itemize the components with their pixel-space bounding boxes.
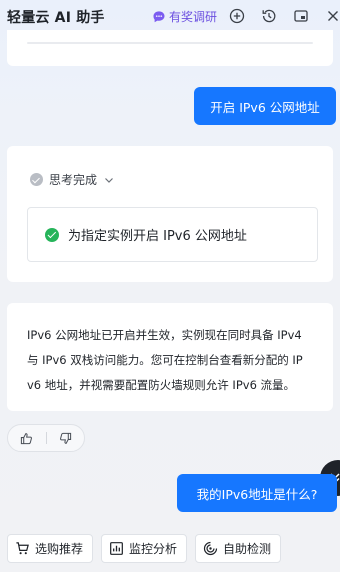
thumbs-down-button[interactable] [46, 425, 84, 451]
thumbs-down-icon [59, 432, 71, 444]
quick-action-monitoring[interactable]: 监控分析 [101, 534, 187, 563]
quick-action-label: 自助检测 [223, 542, 272, 556]
user-message: 开启 IPv6 公网地址 [194, 87, 336, 125]
thinking-step-label: 为指定实例开启 IPv6 公网地址 [68, 229, 247, 244]
thumbs-up-button[interactable] [8, 425, 46, 451]
quick-action-label: 监控分析 [129, 542, 178, 556]
answer-text: IPv6 公网地址已开启并生效，实例现在同时具备 IPv4 与 IPv6 双栈访… [27, 328, 303, 392]
survey-link[interactable]: 有奖调研 [152, 8, 217, 25]
thinking-toggle[interactable]: 思考完成 [30, 171, 115, 188]
horizontal-scrollbar[interactable] [27, 42, 313, 44]
add-circle-icon[interactable] [228, 7, 246, 25]
user-message: 我的IPv6地址是什么? [177, 474, 337, 512]
history-icon[interactable] [260, 7, 278, 25]
feedback-bar [7, 424, 85, 452]
bar-chart-icon [110, 542, 123, 555]
app-title: 轻量云 AI 助手 [7, 10, 105, 26]
thumbs-up-icon [21, 432, 33, 444]
survey-label: 有奖调研 [169, 10, 218, 24]
header: 轻量云 AI 助手 有奖调研 [0, 0, 340, 32]
chevron-down-icon [105, 177, 113, 183]
assistant-answer-card: IPv6 公网地址已开启并生效，实例现在同时具备 IPv4 与 IPv6 双栈访… [7, 303, 333, 411]
check-circle-icon [30, 173, 43, 186]
chat-bubble-icon [153, 10, 165, 22]
success-check-icon [45, 227, 59, 242]
diagnostic-icon [203, 541, 218, 556]
quick-action-self-check[interactable]: 自助检测 [195, 534, 281, 563]
previous-message-card [7, 30, 333, 66]
cart-icon [16, 542, 29, 555]
thinking-status: 思考完成 [49, 173, 98, 187]
quick-action-label: 选购推荐 [35, 542, 84, 556]
quick-action-purchase[interactable]: 选购推荐 [7, 534, 93, 563]
close-icon[interactable] [324, 7, 340, 25]
window-icon[interactable] [292, 7, 310, 25]
thinking-step: 为指定实例开启 IPv6 公网地址 [27, 207, 318, 262]
thinking-card: 思考完成 为指定实例开启 IPv6 公网地址 [7, 146, 333, 282]
